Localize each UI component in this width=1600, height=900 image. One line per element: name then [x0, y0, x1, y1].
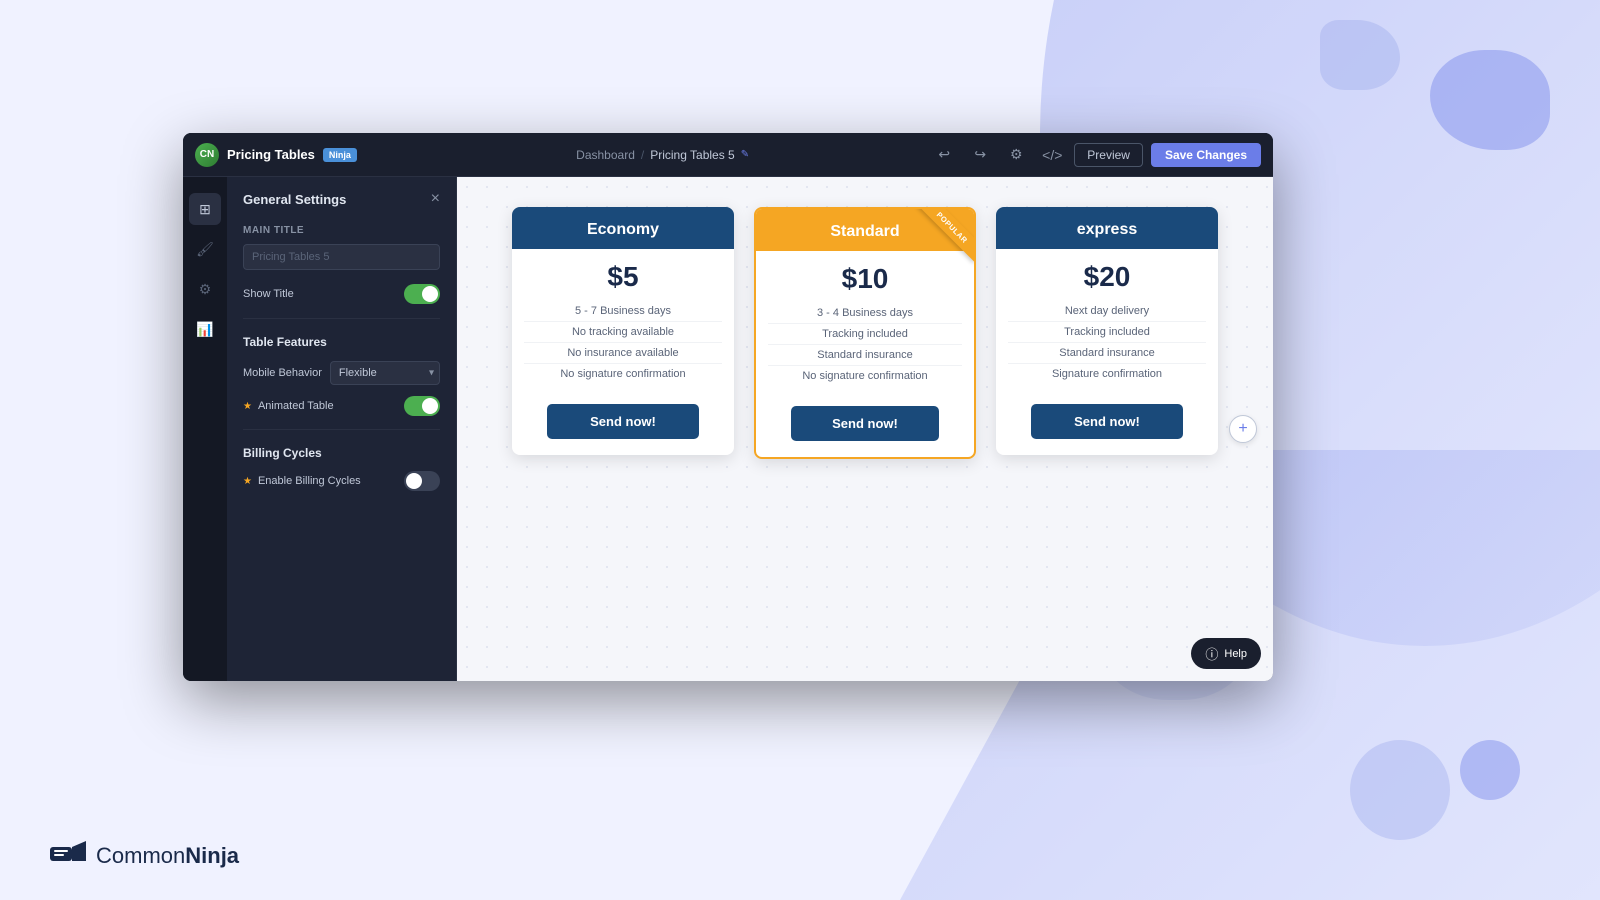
- billing-cycles-title: Billing Cycles: [227, 438, 456, 466]
- brand-area: CN Pricing Tables Ninja: [195, 143, 395, 167]
- standard-cta-button[interactable]: Send now!: [791, 406, 940, 441]
- mobile-behavior-row: Mobile Behavior Flexible Stack Scroll ▾: [227, 355, 456, 391]
- mobile-behavior-label: Mobile Behavior: [243, 367, 322, 379]
- express-features: Next day delivery Tracking included Stan…: [996, 301, 1218, 396]
- sidebar-item-grid[interactable]: ⊞: [189, 193, 221, 225]
- mobile-behavior-select-wrapper: Flexible Stack Scroll ▾: [330, 361, 440, 385]
- topbar-actions: ↩ ↪ ⚙ </> Preview Save Changes: [930, 141, 1261, 169]
- standard-cta-area: Send now!: [756, 398, 974, 457]
- economy-price: $5: [512, 249, 734, 301]
- economy-cta-area: Send now!: [512, 396, 734, 455]
- economy-card-header: Economy: [512, 207, 734, 249]
- breadcrumb-current: Pricing Tables 5: [650, 148, 735, 162]
- settings-panel-title: General Settings: [243, 192, 346, 207]
- animated-table-label: Animated Table: [258, 400, 400, 412]
- express-title: express: [1077, 221, 1138, 238]
- brand-logo-icon: [50, 840, 86, 872]
- standard-feature-4: No signature confirmation: [768, 366, 962, 386]
- standard-features: 3 - 4 Business days Tracking included St…: [756, 303, 974, 398]
- app-window: CN Pricing Tables Ninja Dashboard / Pric…: [183, 133, 1273, 681]
- show-title-toggle[interactable]: [404, 284, 440, 304]
- brand-name: Pricing Tables: [227, 147, 315, 162]
- settings-panel: General Settings × Main Title Show Title…: [227, 177, 457, 681]
- undo-button[interactable]: ↩: [930, 141, 958, 169]
- sidebar-item-chart[interactable]: 📊: [189, 313, 221, 345]
- standard-feature-2: Tracking included: [768, 324, 962, 345]
- express-feature-4: Signature confirmation: [1008, 364, 1206, 384]
- express-cta-area: Send now!: [996, 396, 1218, 455]
- add-column-button[interactable]: +: [1229, 415, 1257, 443]
- economy-title: Economy: [587, 221, 659, 238]
- economy-feature-2: No tracking available: [524, 322, 722, 343]
- economy-feature-1: 5 - 7 Business days: [524, 301, 722, 322]
- preview-button[interactable]: Preview: [1074, 143, 1143, 167]
- help-label: Help: [1224, 648, 1247, 660]
- breadcrumb: Dashboard / Pricing Tables 5 ✎: [395, 148, 930, 162]
- show-title-label: Show Title: [243, 288, 294, 300]
- divider-1: [243, 318, 440, 319]
- topbar: CN Pricing Tables Ninja Dashboard / Pric…: [183, 133, 1273, 177]
- economy-features: 5 - 7 Business days No tracking availabl…: [512, 301, 734, 396]
- express-card-header: express: [996, 207, 1218, 249]
- animated-table-toggle[interactable]: [404, 396, 440, 416]
- settings-icon-button[interactable]: ⚙: [1002, 141, 1030, 169]
- express-cta-button[interactable]: Send now!: [1031, 404, 1183, 439]
- redo-button[interactable]: ↪: [966, 141, 994, 169]
- breadcrumb-home: Dashboard: [576, 148, 635, 162]
- pricing-card-standard: POPULAR Standard $10 3 - 4 Business days…: [754, 207, 976, 459]
- express-feature-3: Standard insurance: [1008, 343, 1206, 364]
- table-features-title: Table Features: [227, 327, 456, 355]
- star-icon: ★: [243, 401, 252, 412]
- pricing-card-express: express $20 Next day delivery Tracking i…: [996, 207, 1218, 455]
- economy-feature-4: No signature confirmation: [524, 364, 722, 384]
- billing-cycles-row: ★ Enable Billing Cycles: [227, 466, 456, 496]
- breadcrumb-separator: /: [641, 148, 644, 162]
- brand-logo-text: CommonNinja: [96, 843, 239, 869]
- main-title-input[interactable]: [243, 244, 440, 270]
- bottom-brand: CommonNinja: [50, 840, 239, 872]
- save-changes-button[interactable]: Save Changes: [1151, 143, 1261, 167]
- standard-title: Standard: [830, 223, 899, 240]
- express-feature-1: Next day delivery: [1008, 301, 1206, 322]
- help-circle-icon: ⓘ: [1205, 644, 1218, 663]
- help-button[interactable]: ⓘ Help: [1191, 638, 1261, 669]
- brand-icon: CN: [195, 143, 219, 167]
- ninja-badge: Ninja: [323, 148, 357, 162]
- app-body: ⊞ 🖌 ⚙ 📊 General Settings × Main Title Sh…: [183, 177, 1273, 681]
- close-panel-button[interactable]: ×: [431, 191, 440, 207]
- mobile-behavior-select[interactable]: Flexible Stack Scroll: [330, 361, 440, 385]
- animated-table-row: ★ Animated Table: [227, 391, 456, 421]
- star-icon-2: ★: [243, 476, 252, 487]
- pricing-cards: Economy $5 5 - 7 Business days No tracki…: [512, 207, 1218, 459]
- section-main-title-label: Main Title: [227, 217, 456, 240]
- standard-feature-3: Standard insurance: [768, 345, 962, 366]
- express-price: $20: [996, 249, 1218, 301]
- pricing-card-economy: Economy $5 5 - 7 Business days No tracki…: [512, 207, 734, 455]
- billing-cycles-label: Enable Billing Cycles: [258, 475, 400, 487]
- divider-2: [243, 429, 440, 430]
- sidebar-icons: ⊞ 🖌 ⚙ 📊: [183, 177, 227, 681]
- settings-panel-header: General Settings ×: [227, 177, 456, 217]
- popular-ribbon: POPULAR: [918, 209, 974, 262]
- express-feature-2: Tracking included: [1008, 322, 1206, 343]
- standard-feature-1: 3 - 4 Business days: [768, 303, 962, 324]
- sidebar-item-settings[interactable]: ⚙: [189, 273, 221, 305]
- sidebar-item-brush[interactable]: 🖌: [189, 233, 221, 265]
- edit-icon[interactable]: ✎: [741, 149, 749, 160]
- popular-badge-wrap: POPULAR: [910, 209, 974, 273]
- billing-cycles-toggle[interactable]: [404, 471, 440, 491]
- show-title-row: Show Title: [227, 278, 456, 310]
- economy-cta-button[interactable]: Send now!: [547, 404, 699, 439]
- code-button[interactable]: </>: [1038, 141, 1066, 169]
- economy-feature-3: No insurance available: [524, 343, 722, 364]
- preview-area: Economy $5 5 - 7 Business days No tracki…: [457, 177, 1273, 681]
